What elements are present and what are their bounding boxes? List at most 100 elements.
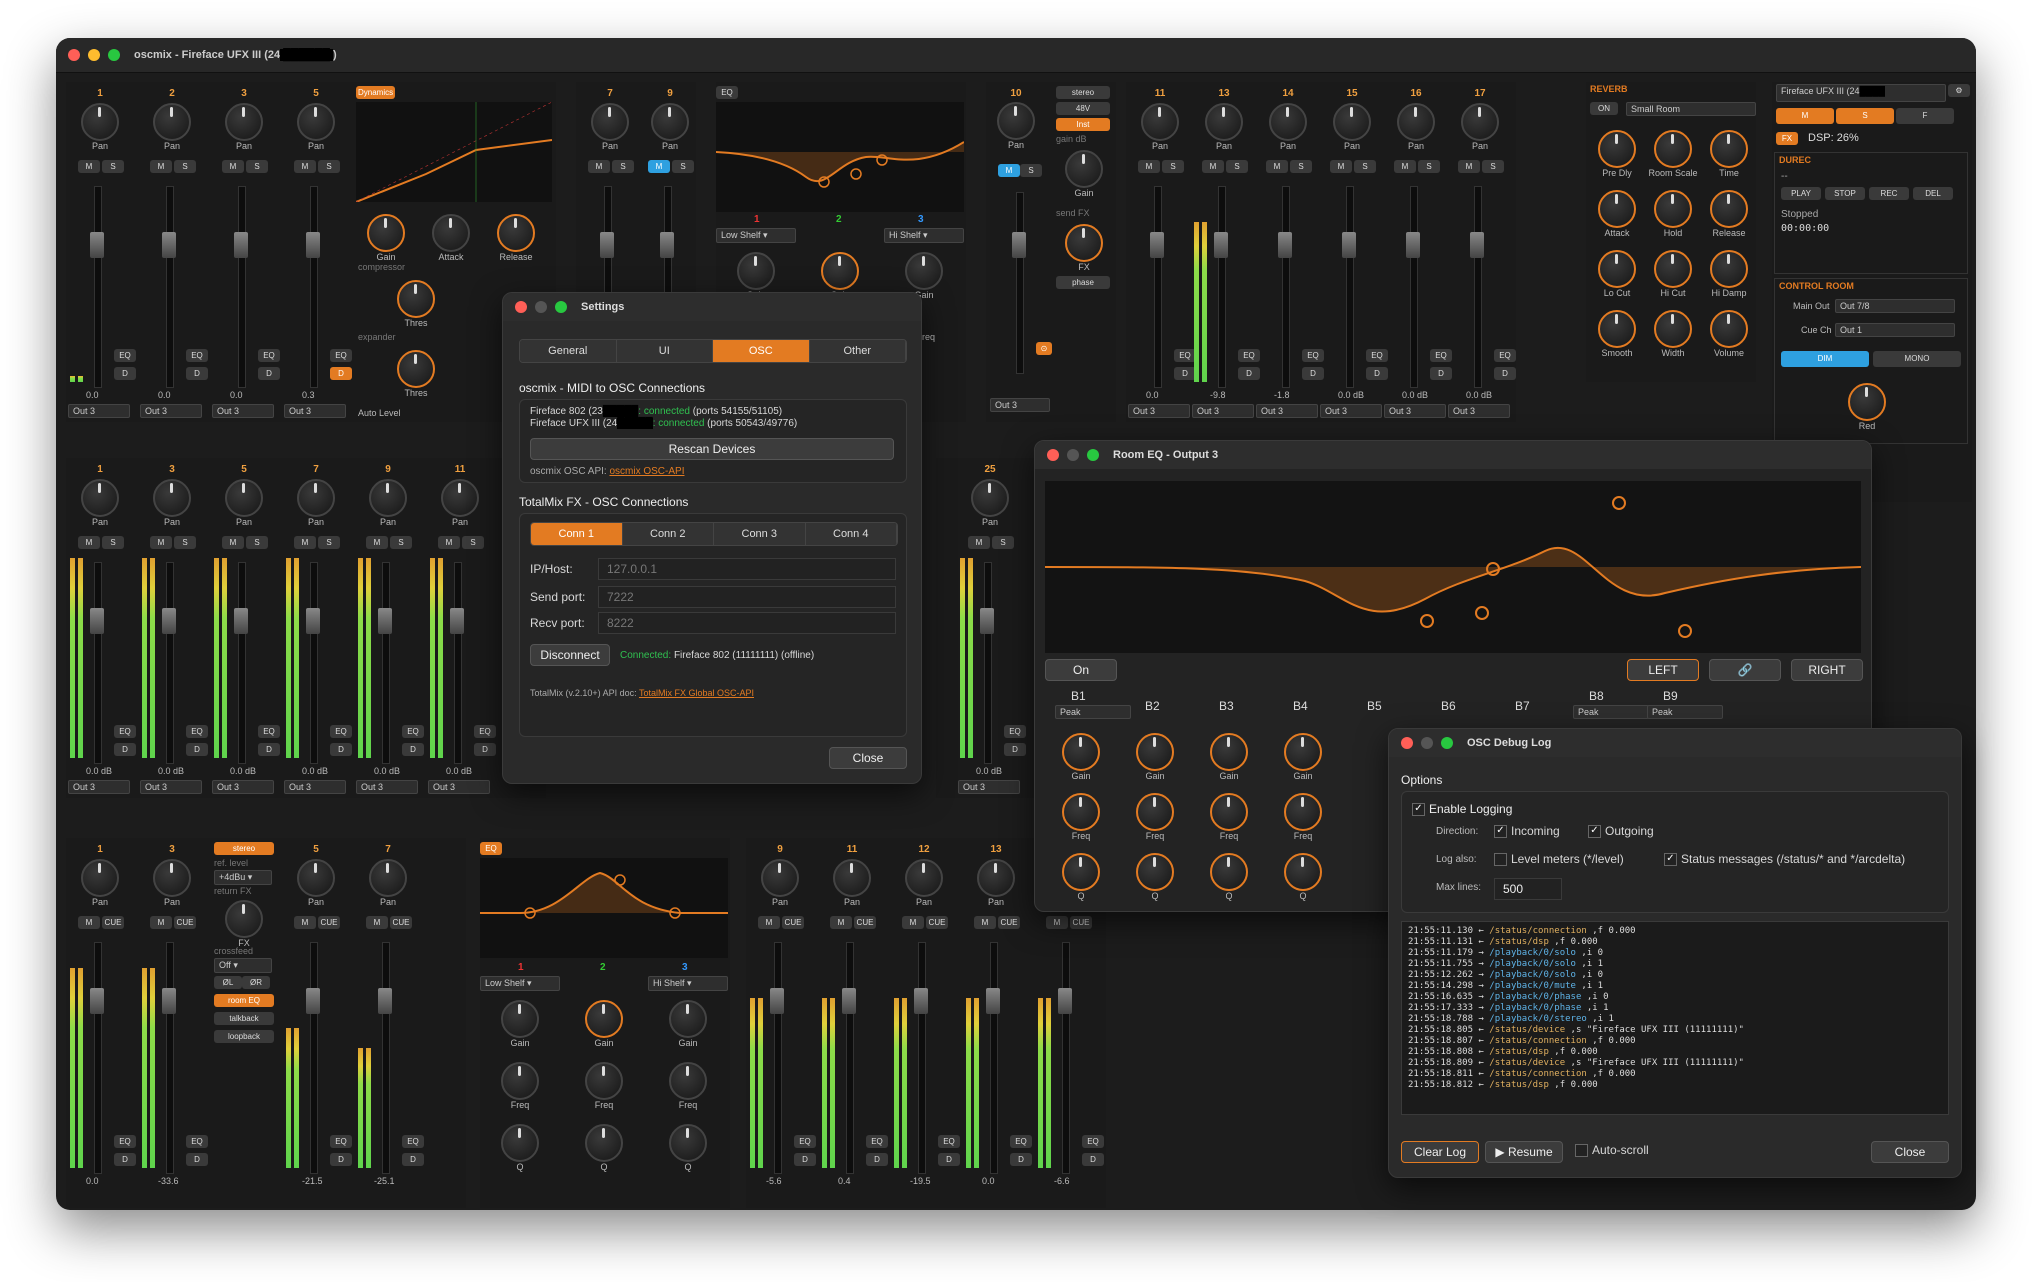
max-lines-input[interactable]: 500 bbox=[1494, 878, 1562, 900]
settings-close-button[interactable]: Close bbox=[829, 747, 907, 769]
log-output[interactable]: 21:55:11.130 ← /status/connection ,f 0.0… bbox=[1401, 921, 1949, 1115]
pan-knob[interactable] bbox=[997, 102, 1035, 140]
solo-button[interactable]: S bbox=[318, 160, 340, 173]
fader-cap[interactable] bbox=[162, 608, 176, 634]
fader-cap[interactable] bbox=[980, 608, 994, 634]
pan-knob[interactable] bbox=[369, 859, 407, 897]
eq-button[interactable]: EQ bbox=[186, 349, 208, 362]
room-eq-button[interactable]: room EQ bbox=[214, 994, 274, 1007]
pan-knob[interactable] bbox=[225, 479, 263, 517]
d-button[interactable]: D bbox=[114, 367, 136, 380]
pan-knob[interactable] bbox=[1141, 103, 1179, 141]
reverb-type-select[interactable]: Small Room bbox=[1626, 102, 1756, 116]
fader-track[interactable] bbox=[1218, 186, 1226, 388]
device-f-button[interactable]: F bbox=[1896, 108, 1954, 124]
output-select[interactable]: Out 3 bbox=[1384, 404, 1446, 418]
gain-knob[interactable] bbox=[367, 214, 405, 252]
band-gain-knob[interactable] bbox=[1062, 733, 1100, 771]
fader-cap[interactable] bbox=[600, 232, 614, 258]
attack-knob[interactable] bbox=[432, 214, 470, 252]
pan-knob[interactable] bbox=[81, 103, 119, 141]
band-type-select[interactable]: Peak bbox=[1055, 705, 1131, 719]
loopback-button[interactable]: loopback bbox=[214, 1030, 274, 1043]
fader-track[interactable] bbox=[166, 942, 174, 1174]
fader-track[interactable] bbox=[310, 562, 318, 764]
eq-q-knob[interactable] bbox=[669, 1124, 707, 1162]
reverb-knob[interactable] bbox=[1654, 130, 1692, 168]
output-select[interactable]: Out 3 bbox=[1128, 404, 1190, 418]
fader-track[interactable] bbox=[454, 562, 462, 764]
auto-level-label[interactable]: Auto Level bbox=[358, 408, 401, 418]
minimize-icon[interactable] bbox=[535, 301, 547, 313]
tab-conn-4[interactable]: Conn 4 bbox=[805, 523, 897, 545]
eq-button[interactable]: EQ bbox=[938, 1135, 960, 1148]
close-icon[interactable] bbox=[515, 301, 527, 313]
eq-button[interactable]: EQ bbox=[186, 725, 208, 738]
pan-knob[interactable] bbox=[1205, 103, 1243, 141]
outgoing-checkbox[interactable]: ✓ Outgoing bbox=[1588, 824, 1654, 839]
fader-track[interactable] bbox=[382, 562, 390, 764]
zoom-icon[interactable] bbox=[1441, 737, 1453, 749]
band-gain-knob[interactable] bbox=[1136, 733, 1174, 771]
durec-stop-button[interactable]: STOP bbox=[1825, 187, 1865, 200]
eq-button[interactable]: EQ bbox=[114, 725, 136, 738]
fader-cap[interactable] bbox=[1058, 988, 1072, 1014]
pan-knob[interactable] bbox=[833, 859, 871, 897]
pan-knob[interactable] bbox=[977, 859, 1015, 897]
reverb-knob[interactable] bbox=[1710, 310, 1748, 348]
fader-track[interactable] bbox=[238, 562, 246, 764]
phantom-48v-button[interactable]: 48V bbox=[1056, 102, 1110, 115]
fader-track[interactable] bbox=[94, 942, 102, 1174]
solo-button[interactable]: S bbox=[1162, 160, 1184, 173]
band-q-knob[interactable] bbox=[1284, 853, 1322, 891]
fader-track[interactable] bbox=[238, 186, 246, 388]
solo-button[interactable]: S bbox=[612, 160, 634, 173]
band-freq-knob[interactable] bbox=[1210, 793, 1248, 831]
phase-right-button[interactable]: ØR bbox=[242, 976, 270, 989]
tab-conn-1[interactable]: Conn 1 bbox=[531, 523, 623, 545]
fader-track[interactable] bbox=[166, 562, 174, 764]
solo-button[interactable]: S bbox=[1226, 160, 1248, 173]
pan-knob[interactable] bbox=[369, 479, 407, 517]
fader-cap[interactable] bbox=[1150, 232, 1164, 258]
eq-button[interactable]: EQ bbox=[1082, 1135, 1104, 1148]
eq-gain-knob[interactable] bbox=[669, 1000, 707, 1038]
solo-button[interactable]: CUE bbox=[174, 916, 196, 929]
fader-track[interactable] bbox=[94, 186, 102, 388]
mute-button[interactable]: M bbox=[830, 916, 852, 929]
solo-button[interactable]: S bbox=[390, 536, 412, 549]
d-button[interactable]: D bbox=[330, 743, 352, 756]
eq-button[interactable]: EQ bbox=[474, 725, 496, 738]
pan-knob[interactable] bbox=[971, 479, 1009, 517]
eq-button[interactable]: EQ bbox=[866, 1135, 888, 1148]
mute-button[interactable]: M bbox=[366, 916, 388, 929]
room-eq-on-button[interactable]: On bbox=[1045, 659, 1117, 681]
d-button[interactable]: D bbox=[186, 367, 208, 380]
eq-button[interactable]: EQ bbox=[330, 349, 352, 362]
eq-button[interactable]: EQ bbox=[1010, 1135, 1032, 1148]
fader-track[interactable] bbox=[1474, 186, 1482, 388]
dynamics-badge[interactable]: Dynamics bbox=[356, 86, 396, 99]
minimize-icon[interactable] bbox=[1421, 737, 1433, 749]
pan-knob[interactable] bbox=[153, 479, 191, 517]
fader-cap[interactable] bbox=[1470, 232, 1484, 258]
eq-button[interactable]: EQ bbox=[114, 1135, 136, 1148]
stereo-button[interactable]: stereo bbox=[1056, 86, 1110, 99]
osc-api-link[interactable]: oscmix OSC-API bbox=[609, 466, 684, 477]
fader-track[interactable] bbox=[1016, 192, 1024, 374]
debug-close-button[interactable]: Close bbox=[1871, 1141, 1949, 1163]
pan-knob[interactable] bbox=[225, 103, 263, 141]
band2-gain-knob[interactable] bbox=[821, 252, 859, 290]
recv-port-input[interactable]: 8222 bbox=[598, 612, 896, 634]
mute-button[interactable]: M bbox=[150, 160, 172, 173]
pan-knob[interactable] bbox=[153, 103, 191, 141]
output-select[interactable]: Out 3 bbox=[356, 780, 418, 794]
left-button[interactable]: LEFT bbox=[1627, 659, 1699, 681]
room-eq-curve[interactable] bbox=[1045, 481, 1861, 653]
mute-button[interactable]: M bbox=[222, 160, 244, 173]
eq-gain-knob[interactable] bbox=[501, 1000, 539, 1038]
fader-track[interactable] bbox=[984, 562, 992, 764]
fader-track[interactable] bbox=[1410, 186, 1418, 388]
reverb-knob[interactable] bbox=[1654, 190, 1692, 228]
mute-button[interactable]: M bbox=[438, 536, 460, 549]
